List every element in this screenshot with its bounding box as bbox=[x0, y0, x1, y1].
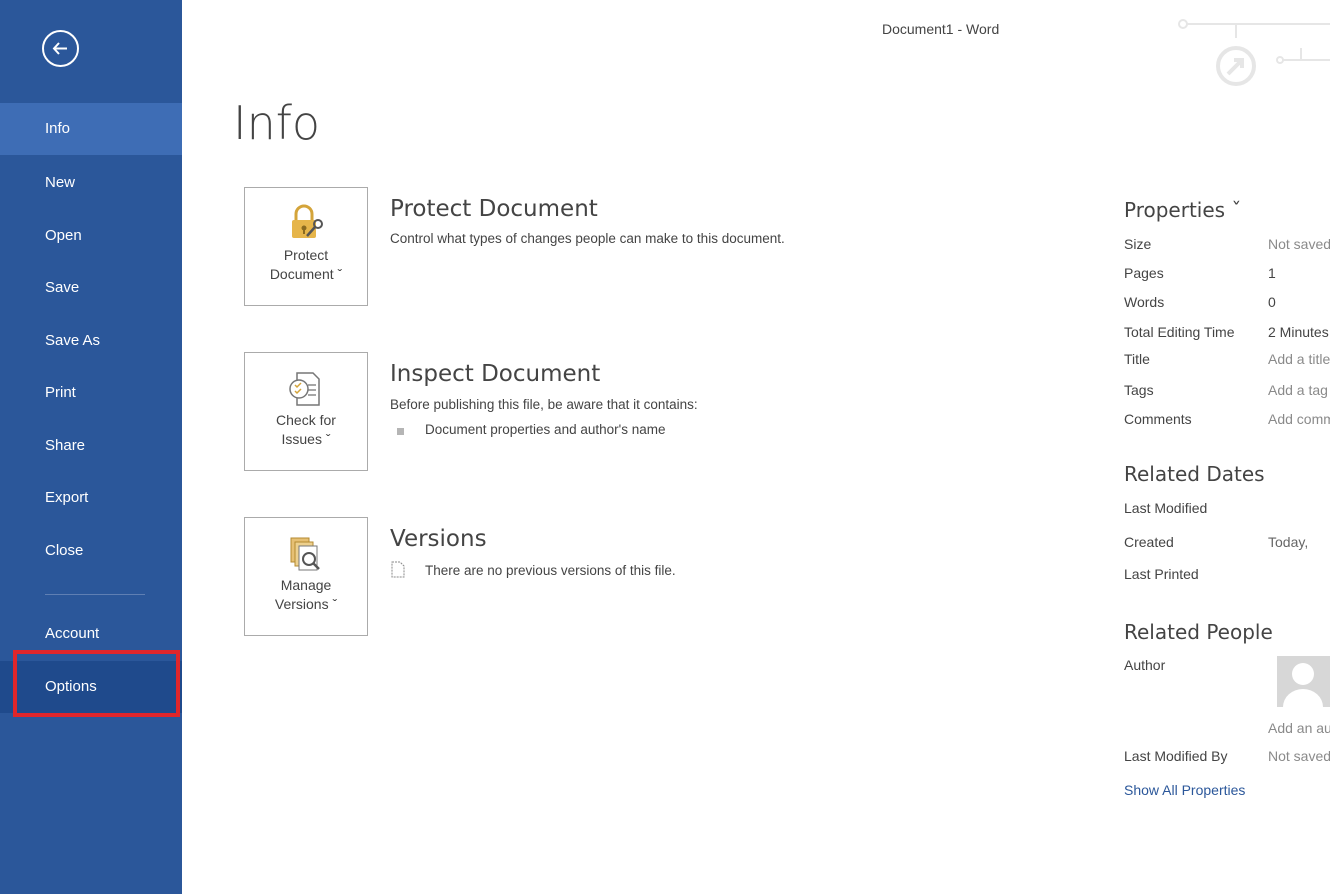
manage-label-line1: Manage bbox=[280, 577, 332, 593]
backstage-sidebar: Info New Open Save Save As Print Share E… bbox=[0, 0, 182, 894]
bullet-square-icon bbox=[397, 428, 404, 435]
last-modified-by-label: Last Modified By bbox=[1124, 748, 1228, 764]
date-label-created: Created bbox=[1124, 534, 1174, 550]
property-label-comments: Comments bbox=[1124, 411, 1192, 427]
manage-versions-button[interactable]: Manage Versions ˇ bbox=[244, 517, 368, 636]
property-label-size: Size bbox=[1124, 236, 1152, 252]
versions-title: Versions bbox=[390, 526, 487, 552]
inspect-bullet-item: Document properties and author's name bbox=[425, 422, 666, 437]
property-value-words: 0 bbox=[1268, 294, 1276, 310]
protect-document-button[interactable]: Protect Document ˇ bbox=[244, 187, 368, 306]
protect-document-description: Control what types of changes people can… bbox=[390, 231, 785, 246]
versions-description: There are no previous versions of this f… bbox=[425, 563, 676, 578]
property-label-editing-time: Total Editing Time bbox=[1124, 324, 1235, 340]
nav-item-close[interactable]: Close bbox=[0, 525, 182, 577]
inspect-document-description: Before publishing this file, be aware th… bbox=[390, 397, 698, 412]
page-title: Info bbox=[233, 96, 321, 150]
property-value-size: Not saved yet bbox=[1268, 236, 1330, 252]
protect-document-label: Protect Document ˇ bbox=[245, 246, 367, 284]
property-value-pages: 1 bbox=[1268, 265, 1276, 281]
back-arrow-icon bbox=[52, 42, 67, 55]
last-modified-by-value: Not saved yet bbox=[1268, 748, 1330, 764]
nav-item-save[interactable]: Save bbox=[0, 262, 182, 314]
show-all-properties-link[interactable]: Show All Properties bbox=[1124, 782, 1245, 798]
author-avatar[interactable] bbox=[1277, 656, 1330, 707]
property-value-title-input[interactable]: Add a title bbox=[1268, 351, 1330, 367]
properties-dropdown[interactable]: Properties ˇ bbox=[1124, 198, 1241, 222]
nav-item-save-as[interactable]: Save As bbox=[0, 315, 182, 367]
manage-versions-icon bbox=[290, 537, 320, 571]
nav-item-print[interactable]: Print bbox=[0, 367, 182, 419]
inspect-document-title: Inspect Document bbox=[390, 361, 601, 387]
property-value-tags-input[interactable]: Add a tag bbox=[1268, 382, 1330, 398]
back-button[interactable] bbox=[42, 30, 79, 67]
manage-label-line2: Versions ˇ bbox=[274, 596, 338, 612]
date-label-last-modified: Last Modified bbox=[1124, 500, 1208, 516]
nav-item-open[interactable]: Open bbox=[0, 210, 182, 262]
background-circuit-decoration bbox=[1178, 19, 1330, 86]
check-label-line1: Check for bbox=[276, 412, 336, 428]
protect-label-line1: Protect bbox=[283, 247, 329, 263]
check-for-issues-button[interactable]: Check for Issues ˇ bbox=[244, 352, 368, 471]
property-label-words: Words bbox=[1124, 294, 1165, 310]
date-value-created: Today, bbox=[1268, 534, 1309, 550]
check-label-line2: Issues ˇ bbox=[281, 431, 331, 447]
manage-versions-label: Manage Versions ˇ bbox=[245, 576, 367, 614]
nav-item-account[interactable]: Account bbox=[0, 608, 182, 660]
window-title: Document1 - Word bbox=[882, 21, 1000, 37]
nav-item-options[interactable]: Options bbox=[0, 661, 182, 713]
add-author-link[interactable]: Add an author bbox=[1268, 720, 1330, 736]
lock-key-icon bbox=[292, 204, 323, 238]
nav-item-new[interactable]: New bbox=[0, 157, 182, 209]
nav-item-share[interactable]: Share bbox=[0, 420, 182, 472]
related-dates-title: Related Dates bbox=[1124, 462, 1265, 486]
related-people-title: Related People bbox=[1124, 620, 1273, 644]
author-label: Author bbox=[1124, 657, 1166, 673]
property-label-pages: Pages bbox=[1124, 265, 1164, 281]
protect-document-title: Protect Document bbox=[390, 196, 598, 222]
property-value-editing-time: 2 Minutes bbox=[1268, 324, 1329, 340]
date-label-last-printed: Last Printed bbox=[1124, 566, 1199, 582]
property-value-comments-input[interactable]: Add comments bbox=[1268, 411, 1330, 427]
user-silhouette-icon bbox=[1283, 663, 1323, 707]
property-label-title: Title bbox=[1124, 351, 1150, 367]
inspect-document-icon bbox=[289, 372, 320, 406]
property-label-tags: Tags bbox=[1124, 382, 1154, 398]
versions-document-icon bbox=[391, 561, 405, 578]
check-for-issues-label: Check for Issues ˇ bbox=[245, 411, 367, 449]
protect-label-line2: Document ˇ bbox=[269, 266, 343, 282]
nav-divider bbox=[45, 594, 145, 595]
nav-item-info[interactable]: Info bbox=[0, 103, 182, 155]
nav-item-export[interactable]: Export bbox=[0, 472, 182, 524]
